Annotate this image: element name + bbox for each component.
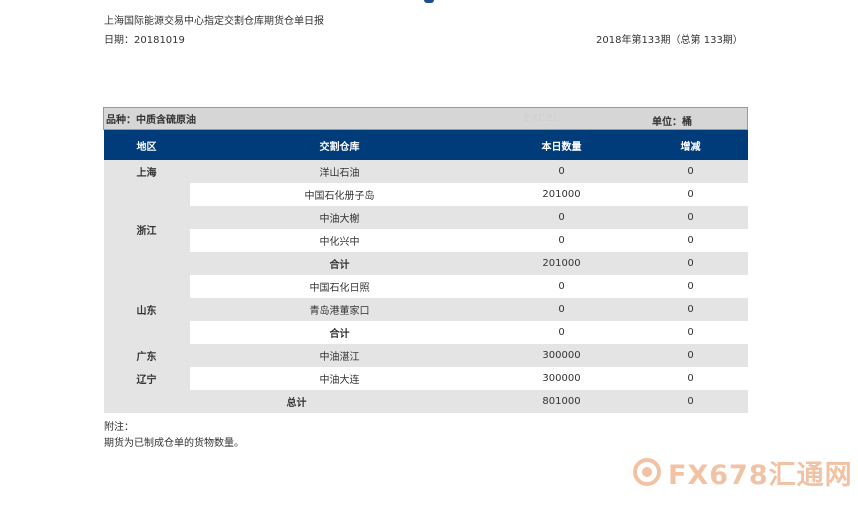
subtotal-label: 合计 (189, 252, 490, 275)
warehouse-receipt-table: 品种：中质含硫原油 EXCEL 单位：桶 地区 交割仓库 本日数量 增减 上海 … (103, 107, 748, 413)
total-quantity: 801000 (489, 390, 634, 413)
table-header-row: 地区 交割仓库 本日数量 增减 (103, 129, 748, 160)
table-row: 青岛港董家口 0 0 (104, 298, 748, 321)
subtotal-row: 合计 201000 0 (104, 252, 748, 275)
table-row: 广东 中油湛江 300000 0 (103, 344, 748, 367)
table-row: 山东 中国石化日照 0 0 (103, 275, 748, 344)
warehouse-cell: 中油大连 (189, 367, 490, 390)
unit-label: 单位：桶 (652, 117, 692, 128)
table-row: 辽宁 中油大连 300000 0 (103, 367, 748, 390)
quantity-cell: 0 (489, 321, 634, 344)
watermark-logo-icon (633, 458, 661, 486)
excel-export-link[interactable]: EXCEL (524, 113, 560, 124)
change-cell: 0 (633, 183, 748, 206)
product-label: 品种：中质含硫原油 (106, 115, 196, 126)
col-header-change: 增减 (633, 129, 748, 160)
col-header-quantity: 本日数量 (489, 129, 634, 160)
total-change: 0 (633, 390, 748, 413)
change-cell: 0 (633, 160, 748, 183)
table-meta-row: 品种：中质含硫原油 EXCEL 单位：桶 (103, 107, 748, 130)
change-cell: 0 (633, 344, 748, 367)
notes-text: 期货为已制成仓单的货物数量。 (104, 438, 244, 449)
quantity-cell: 201000 (489, 252, 634, 275)
notes-label: 附注： (104, 422, 134, 433)
quantity-cell: 0 (489, 160, 634, 183)
table-row: 上海 洋山石油 0 0 (103, 160, 748, 183)
subtotal-label: 合计 (189, 321, 490, 344)
col-header-region: 地区 (103, 129, 190, 160)
report-date: 日期：20181019 (104, 35, 185, 46)
change-cell: 0 (633, 298, 748, 321)
quantity-cell: 300000 (489, 367, 634, 390)
warehouse-cell: 青岛港董家口 (189, 298, 490, 321)
quantity-cell: 201000 (489, 183, 634, 206)
quantity-cell: 0 (489, 206, 634, 229)
region-cell: 广东 (103, 344, 190, 367)
table-row: 中油大榭 0 0 (104, 206, 748, 229)
warehouse-cell: 中油湛江 (189, 344, 490, 367)
col-header-warehouse: 交割仓库 (189, 129, 490, 160)
region-cell: 上海 (103, 160, 190, 183)
region-cell: 辽宁 (103, 367, 190, 390)
report-title: 上海国际能源交易中心指定交割仓库期货仓单日报 (104, 16, 324, 27)
quantity-cell: 300000 (489, 344, 634, 367)
change-cell: 0 (633, 275, 748, 298)
change-cell: 0 (633, 321, 748, 344)
warehouse-cell: 中国石化册子岛 (189, 183, 490, 206)
top-decoration (424, 0, 434, 3)
warehouse-cell: 中油大榭 (189, 206, 490, 229)
issue-number: 2018年第133期（总第 133期） (596, 35, 743, 46)
quantity-cell: 0 (489, 275, 634, 298)
change-cell: 0 (633, 367, 748, 390)
change-cell: 0 (633, 206, 748, 229)
total-label: 总计 (103, 390, 490, 413)
change-cell: 0 (633, 229, 748, 252)
warehouse-cell: 中国石化日照 (189, 275, 490, 298)
subtotal-row: 合计 0 0 (104, 321, 748, 344)
region-cell: 山东 (103, 275, 190, 344)
quantity-cell: 0 (489, 229, 634, 252)
watermark: FX678汇通网 (632, 455, 853, 491)
quantity-cell: 0 (489, 298, 634, 321)
total-row: 总计 801000 0 (103, 390, 748, 413)
table-row: 浙江 中国石化册子岛 201000 0 (103, 183, 748, 275)
warehouse-cell: 洋山石油 (189, 160, 490, 183)
table-row: 中化兴中 0 0 (104, 229, 748, 252)
region-cell: 浙江 (103, 183, 190, 275)
change-cell: 0 (633, 252, 748, 275)
watermark-text: FX678汇通网 (668, 459, 853, 491)
warehouse-cell: 中化兴中 (189, 229, 490, 252)
